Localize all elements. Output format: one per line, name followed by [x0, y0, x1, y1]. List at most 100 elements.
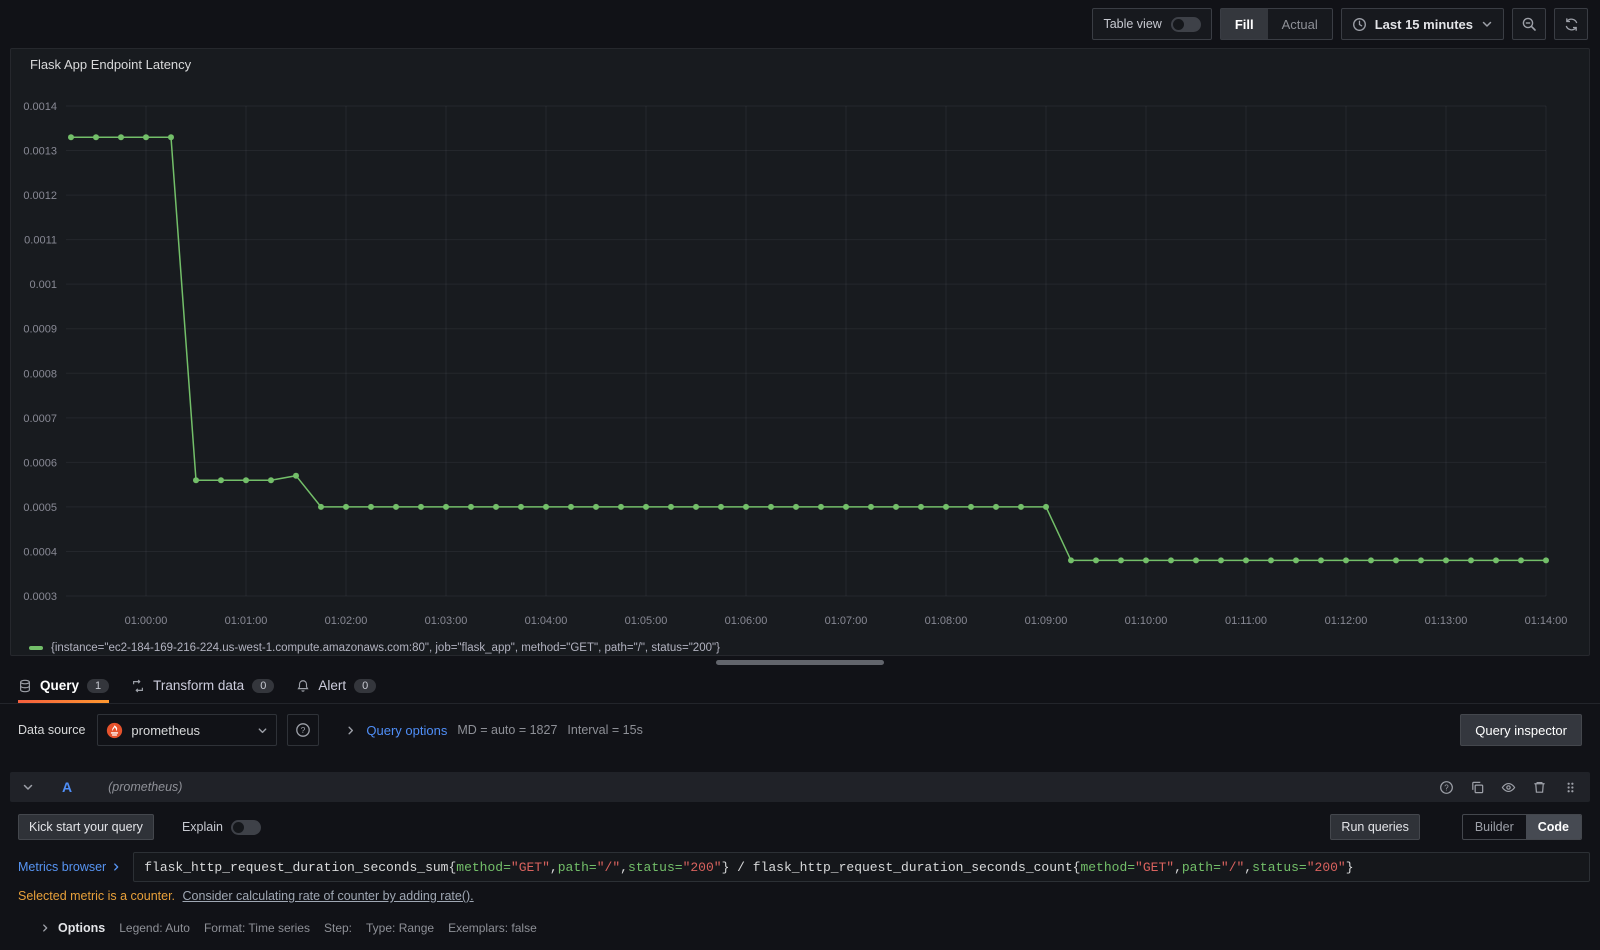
tab-query-label: Query — [40, 678, 80, 693]
svg-text:0.0003: 0.0003 — [23, 591, 57, 603]
eye-icon[interactable] — [1501, 780, 1516, 795]
warning-text: Selected metric is a counter. — [18, 889, 176, 903]
svg-text:01:02:00: 01:02:00 — [325, 615, 368, 627]
drag-handle-icon[interactable] — [1563, 780, 1578, 795]
svg-text:01:04:00: 01:04:00 — [525, 615, 568, 627]
svg-text:0.0007: 0.0007 — [23, 413, 57, 425]
query-row-actions: ? — [1439, 780, 1578, 795]
svg-text:0.0013: 0.0013 — [23, 146, 57, 158]
builder-code-group: Builder Code — [1461, 814, 1582, 840]
panel-resize-zone — [0, 656, 1600, 668]
svg-text:01:09:00: 01:09:00 — [1025, 615, 1068, 627]
expression-row: Metrics browser flask_http_request_durat… — [10, 850, 1590, 882]
query-datasource-hint: (prometheus) — [108, 780, 183, 794]
svg-text:0.0004: 0.0004 — [23, 546, 57, 558]
tab-query[interactable]: Query 1 — [18, 668, 110, 703]
svg-text:01:12:00: 01:12:00 — [1325, 615, 1368, 627]
legend-series-label[interactable]: {instance="ec2-184-169-216-224.us-west-1… — [51, 642, 720, 654]
svg-text:01:01:00: 01:01:00 — [225, 615, 268, 627]
panel-title: Flask App Endpoint Latency — [30, 56, 192, 72]
actual-button[interactable]: Actual — [1268, 9, 1332, 39]
option-format: Format: Time series — [203, 921, 310, 935]
option-step: Step: — [323, 921, 353, 935]
table-view-group: Table view — [1092, 8, 1212, 40]
panel-header[interactable]: Flask App Endpoint Latency — [11, 49, 1589, 79]
chevron-down-icon[interactable] — [22, 781, 34, 793]
tab-transform-label: Transform data — [153, 678, 245, 693]
time-range-label: Last 15 minutes — [1374, 16, 1473, 32]
bell-icon — [297, 679, 309, 692]
help-circle-icon[interactable]: ? — [1439, 780, 1454, 795]
datasource-picker[interactable]: prometheus — [97, 714, 278, 746]
duplicate-icon[interactable] — [1470, 780, 1485, 795]
explain-toggle[interactable] — [230, 819, 261, 835]
svg-text:0.0012: 0.0012 — [23, 190, 57, 202]
svg-text:01:11:00: 01:11:00 — [1225, 615, 1267, 627]
datasource-help-button[interactable]: ? — [287, 714, 320, 746]
table-view-label: Table view — [1103, 17, 1162, 31]
tab-transform-data[interactable]: Transform data 0 — [131, 668, 275, 703]
metrics-browser-label: Metrics browser — [18, 860, 107, 874]
code-button[interactable]: Code — [1525, 815, 1581, 839]
builder-button[interactable]: Builder — [1463, 815, 1526, 839]
interval-text: Interval = 15s — [567, 723, 643, 737]
transform-icon — [133, 679, 144, 692]
chart-legend: {instance="ec2-184-169-216-224.us-west-1… — [11, 641, 1589, 655]
counter-warning: Selected metric is a counter. Consider c… — [10, 882, 1590, 903]
query-options-summary-row: Options Legend: Auto Format: Time series… — [10, 903, 1590, 935]
svg-text:0.0005: 0.0005 — [23, 502, 57, 514]
query-options-label: Query options — [366, 722, 448, 738]
query-row-header[interactable]: A (prometheus) ? — [10, 772, 1590, 802]
latency-chart[interactable]: 0.0014 0.0013 0.0012 0.0011 0.001 0.0009 0.000… — [11, 79, 1589, 641]
chevron-right-icon — [348, 726, 354, 734]
datasource-label: Data source — [18, 723, 86, 737]
help-circle-icon: ? — [296, 723, 311, 737]
explain-switch-group: Explain — [181, 819, 261, 835]
svg-text:01:13:00: 01:13:00 — [1425, 615, 1468, 627]
query-editor-section: A (prometheus) ? Kick start your query E… — [10, 772, 1590, 935]
clock-icon — [1352, 17, 1366, 31]
prometheus-icon — [107, 722, 123, 738]
time-range-picker[interactable]: Last 15 minutes — [1340, 8, 1504, 40]
svg-text:0.0006: 0.0006 — [23, 457, 57, 469]
tab-alert[interactable]: Alert 0 — [296, 668, 377, 703]
svg-text:01:06:00: 01:06:00 — [725, 615, 768, 627]
panel-edit-toolbar: Table view Fill Actual Last 15 minutes — [0, 0, 1600, 48]
panel-resize-handle[interactable] — [716, 659, 884, 665]
refresh-button[interactable] — [1554, 8, 1588, 40]
options-toggle[interactable]: Options — [40, 921, 105, 935]
zoom-out-button[interactable] — [1512, 8, 1546, 40]
fill-button[interactable]: Fill — [1220, 9, 1268, 39]
query-ref-id: A — [62, 779, 73, 795]
warning-rate-link[interactable]: Consider calculating rate of counter by … — [183, 889, 474, 903]
option-type: Type: Range — [366, 921, 435, 935]
editor-tabs: Query 1 Transform data 0 Alert 0 — [0, 668, 1600, 704]
kick-start-query-button[interactable]: Kick start your query — [18, 814, 154, 840]
svg-text:0.001: 0.001 — [29, 279, 57, 291]
svg-text:01:14:00: 01:14:00 — [1525, 615, 1568, 627]
promql-editor[interactable]: flask_http_request_duration_seconds_sum{… — [133, 852, 1590, 882]
svg-text:0.0009: 0.0009 — [23, 324, 57, 336]
explain-label: Explain — [181, 820, 223, 834]
legend-series-swatch[interactable] — [29, 646, 43, 650]
chevron-right-icon — [114, 863, 119, 871]
database-icon — [20, 679, 30, 692]
chevron-down-icon — [1482, 21, 1492, 27]
metrics-browser-toggle[interactable]: Metrics browser — [18, 852, 133, 882]
query-expression: flask_http_request_duration_seconds_sum{… — [144, 859, 1354, 875]
option-exemplars: Exemplars: false — [448, 921, 537, 935]
tab-alert-label: Alert — [318, 678, 347, 693]
trash-icon[interactable] — [1532, 780, 1547, 795]
max-datapoints-text: MD = auto = 1827 — [457, 723, 558, 737]
tab-query-count-badge: 1 — [87, 678, 110, 693]
chevron-down-icon — [259, 727, 267, 733]
datasource-name: prometheus — [131, 722, 201, 738]
run-queries-button[interactable]: Run queries — [1330, 814, 1420, 840]
zoom-out-icon — [1522, 17, 1536, 31]
table-view-toggle[interactable] — [1170, 16, 1201, 32]
svg-text:01:07:00: 01:07:00 — [825, 615, 868, 627]
query-options-toggle[interactable]: Query options MD = auto = 1827 Interval … — [345, 722, 643, 738]
svg-text:0.0008: 0.0008 — [23, 368, 57, 380]
query-inspector-button[interactable]: Query inspector — [1460, 714, 1582, 746]
options-label: Options — [58, 921, 106, 935]
